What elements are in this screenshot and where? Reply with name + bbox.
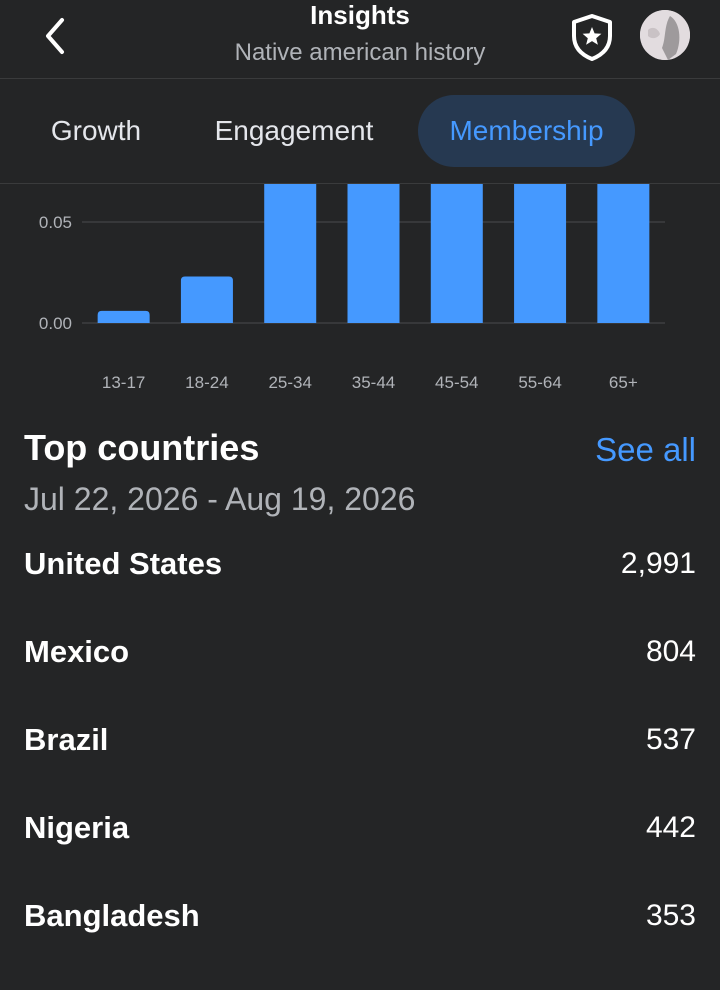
country-count: 353 (645, 899, 696, 932)
country-count: 2,991 (620, 547, 696, 580)
tab-growth[interactable]: Growth (28, 95, 164, 167)
bar-35-44[interactable] (347, 184, 400, 323)
country-name: United States (24, 546, 223, 581)
country-name: Mexico (24, 634, 130, 669)
bar-55-64[interactable] (514, 184, 567, 323)
top-countries-title: Top countries (24, 427, 260, 468)
x-tick-label: 55-64 (518, 373, 561, 392)
bar-25-34[interactable] (264, 184, 317, 323)
profile-avatar (640, 10, 690, 60)
country-row: Bangladesh 353 (0, 892, 720, 980)
y-tick-label: 0.05 (39, 213, 72, 232)
country-row: United States 2,991 (0, 540, 720, 628)
country-list: United States 2,991 Mexico 804 Brazil 537 Nige… (0, 540, 720, 980)
insights-tabs: Growth Engagement Membership (0, 79, 720, 184)
country-name: Brazil (24, 722, 109, 757)
avatar[interactable] (640, 10, 690, 60)
tab-membership[interactable]: Membership (418, 95, 635, 167)
country-count: 537 (645, 723, 696, 756)
y-tick-label: 0.00 (39, 314, 72, 333)
country-count: 804 (645, 635, 696, 668)
country-row: Mexico 804 (0, 628, 720, 716)
date-range: Jul 22, 2026 - Aug 19, 2026 (24, 481, 416, 517)
x-tick-label: 45-54 (435, 373, 478, 392)
bar-13-17[interactable] (97, 310, 150, 323)
country-name: Nigeria (24, 810, 130, 845)
country-name: Bangladesh (24, 898, 200, 933)
x-tick-label: 18-24 (185, 373, 228, 392)
country-count: 442 (645, 811, 696, 844)
x-tick-label: 35-44 (352, 373, 395, 392)
see-all-link[interactable]: See all (595, 430, 696, 470)
x-tick-label: 25-34 (268, 373, 311, 392)
x-tick-label: 65+ (609, 373, 638, 392)
x-tick-label: 13-17 (102, 373, 145, 392)
country-row: Nigeria 442 (0, 804, 720, 892)
country-row: Brazil 537 (0, 716, 720, 804)
age-bar-chart: 0.05 0.00 13-17 18-24 25-34 35-44 45-54 55-64 65… (39, 184, 665, 392)
tab-engagement[interactable]: Engagement (196, 95, 392, 167)
bar-65+[interactable] (597, 184, 650, 323)
app-header: Insights Native american history (0, 0, 720, 79)
bar-45-54[interactable] (430, 184, 483, 323)
shield-star-icon (572, 14, 612, 61)
bar-18-24[interactable] (180, 276, 233, 323)
admin-shield-button[interactable] (568, 12, 616, 62)
